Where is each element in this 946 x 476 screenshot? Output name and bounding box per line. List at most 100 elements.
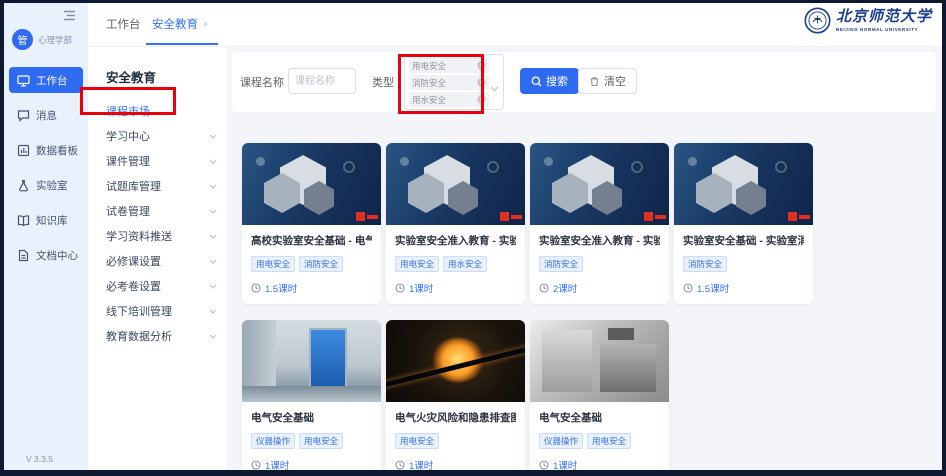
primary-nav: 工作台 消息 数据看板 实验室 知识库 文档中心 (4, 67, 88, 277)
menu-item-learning-center[interactable]: 学习中心 (106, 126, 217, 146)
type-tag-label: 用电安全 (412, 60, 446, 72)
thumbnail-shape (544, 157, 553, 166)
course-thumbnail (242, 320, 381, 402)
clear-button[interactable]: 清空 (578, 68, 637, 94)
sidebar-item-label: 工作台 (36, 73, 68, 88)
menu-item-course-market[interactable]: 课程市场 (106, 101, 217, 121)
clock-icon (683, 283, 693, 293)
course-tag: 仪器操作 (539, 433, 583, 449)
menu-item-education-data-analysis[interactable]: 教育数据分析 (106, 326, 217, 346)
course-tag: 用电安全 (587, 433, 631, 449)
thumbnail-watermark (356, 212, 365, 221)
menu-item-offline-training[interactable]: 线下培训管理 (106, 301, 217, 321)
sidebar-item-label: 知识库 (36, 213, 68, 228)
course-thumbnail (386, 143, 525, 225)
thumbnail-watermark (799, 215, 810, 219)
menu-item-label: 线下培训管理 (106, 303, 172, 319)
thumbnail-shape (600, 344, 656, 392)
course-tag: 用电安全 (299, 433, 343, 449)
sidebar-item-dashboard[interactable]: 数据看板 (9, 137, 83, 163)
search-icon (531, 76, 542, 87)
remove-tag-icon[interactable] (477, 61, 486, 70)
course-tag: 用电安全 (395, 256, 439, 272)
thumbnail-shape (631, 161, 643, 173)
clock-icon (539, 283, 549, 293)
course-card[interactable]: 实验室安全准入教育 - 实验室水... 用电安全 用水安全 1课时 (386, 143, 525, 304)
tab-workbench[interactable]: 工作台 (106, 3, 141, 45)
thumbnail-watermark (788, 212, 797, 221)
sidebar-item-messages[interactable]: 消息 (9, 102, 83, 128)
course-duration: 1课时 (265, 458, 289, 470)
menu-item-learning-material-push[interactable]: 学习资料推送 (106, 226, 217, 246)
sidebar-item-label: 数据看板 (36, 143, 78, 158)
course-tag: 用电安全 (395, 433, 439, 449)
thumbnail-watermark (367, 215, 378, 219)
close-tab-icon[interactable]: × (203, 19, 208, 29)
course-thumbnail (530, 143, 669, 225)
menu-item-exam-paper-management[interactable]: 试卷管理 (106, 201, 217, 221)
menu-item-required-course-settings[interactable]: 必修课设置 (106, 251, 217, 271)
clock-icon (251, 283, 261, 293)
remove-tag-icon[interactable] (477, 78, 486, 87)
menu-item-label: 学习资料推送 (106, 228, 172, 244)
course-tag: 仪器操作 (251, 433, 295, 449)
thumbnail-shape (343, 161, 355, 173)
search-button-label: 搜索 (546, 73, 568, 89)
logo-english-text: BEIJING NORMAL UNIVERSITY (836, 27, 932, 32)
menu-item-label: 课件管理 (106, 153, 150, 169)
course-tag: 用电安全 (251, 256, 295, 272)
thumbnail-shape (608, 328, 634, 340)
secondary-sidebar: 安全教育 课程市场 学习中心 课件管理 试题库管理 试卷管理 学习资料推送 必修… (88, 47, 228, 470)
avatar: 管 (12, 29, 33, 50)
sidebar-item-document-center[interactable]: 文档中心 (9, 242, 83, 268)
sidebar-item-knowledge-base[interactable]: 知识库 (9, 207, 83, 233)
course-card[interactable]: 实验室安全基础 - 实验室消防安全 消防安全 1.5课时 (674, 143, 813, 304)
sidebar-item-label: 文档中心 (36, 248, 78, 263)
menu-item-label: 必考卷设置 (106, 278, 161, 294)
tab-label: 工作台 (106, 16, 141, 32)
tab-safety-education[interactable]: 安全教育 × (152, 3, 208, 45)
university-emblem-icon (804, 7, 831, 34)
type-tag: 消防安全 (409, 75, 489, 90)
menu-item-question-bank[interactable]: 试题库管理 (106, 176, 217, 196)
chevron-down-icon (209, 130, 217, 142)
type-tag: 用水安全 (409, 92, 489, 107)
collapse-sidebar-icon[interactable] (63, 8, 76, 26)
course-tag: 消防安全 (539, 256, 583, 272)
sidebar-item-workbench[interactable]: 工作台 (9, 67, 83, 93)
course-name-input[interactable] (288, 68, 356, 94)
remove-tag-icon[interactable] (477, 95, 486, 104)
document-icon (17, 249, 30, 262)
course-thumbnail (674, 143, 813, 225)
dashboard-icon (17, 144, 30, 157)
course-title: 电气火灾风险和隐患排查图解培... (395, 410, 516, 425)
type-tag: 用电安全 (409, 58, 489, 73)
course-thumbnail (530, 320, 669, 402)
type-tag-label: 消防安全 (412, 77, 446, 89)
course-card[interactable]: 实验室安全准入教育 - 实验室消... 消防安全 2课时 (530, 143, 669, 304)
thumbnail-shape (256, 157, 265, 166)
thumbnail-watermark (511, 215, 522, 219)
course-duration: 1.5课时 (697, 281, 729, 295)
course-card[interactable]: 电气安全基础 仪器操作 用电安全 1课时 (242, 320, 381, 470)
user-name: 心理学部 (38, 34, 72, 46)
sidebar-item-laboratory[interactable]: 实验室 (9, 172, 83, 198)
primary-sidebar: 管 心理学部 工作台 消息 数据看板 实验室 知识库 (4, 3, 88, 470)
menu-item-label: 学习中心 (106, 128, 150, 144)
menu-item-courseware-management[interactable]: 课件管理 (106, 151, 217, 171)
course-card[interactable]: 电气火灾风险和隐患排查图解培... 用电安全 1课时 (386, 320, 525, 470)
course-card[interactable]: 高校实验室安全基础 - 电气类实... 用电安全 消防安全 1.5课时 (242, 143, 381, 304)
course-title: 高校实验室安全基础 - 电气类实... (251, 233, 372, 248)
type-multiselect[interactable]: 用电安全 消防安全 用水安全 (404, 54, 504, 110)
course-duration: 1课时 (409, 458, 433, 470)
search-button[interactable]: 搜索 (520, 68, 579, 94)
menu-item-required-exam-settings[interactable]: 必考卷设置 (106, 276, 217, 296)
thumbnail-watermark (655, 215, 666, 219)
tab-label: 安全教育 (152, 16, 198, 32)
chevron-down-icon (209, 280, 217, 292)
window-frame: 管 心理学部 工作台 消息 数据看板 实验室 知识库 (0, 0, 946, 476)
chevron-down-icon (209, 305, 217, 317)
clock-icon (395, 460, 405, 470)
logo-chinese-text: 北京师范大学 (836, 10, 932, 25)
course-card[interactable]: 电气安全基础 仪器操作 用电安全 1课时 (530, 320, 669, 470)
